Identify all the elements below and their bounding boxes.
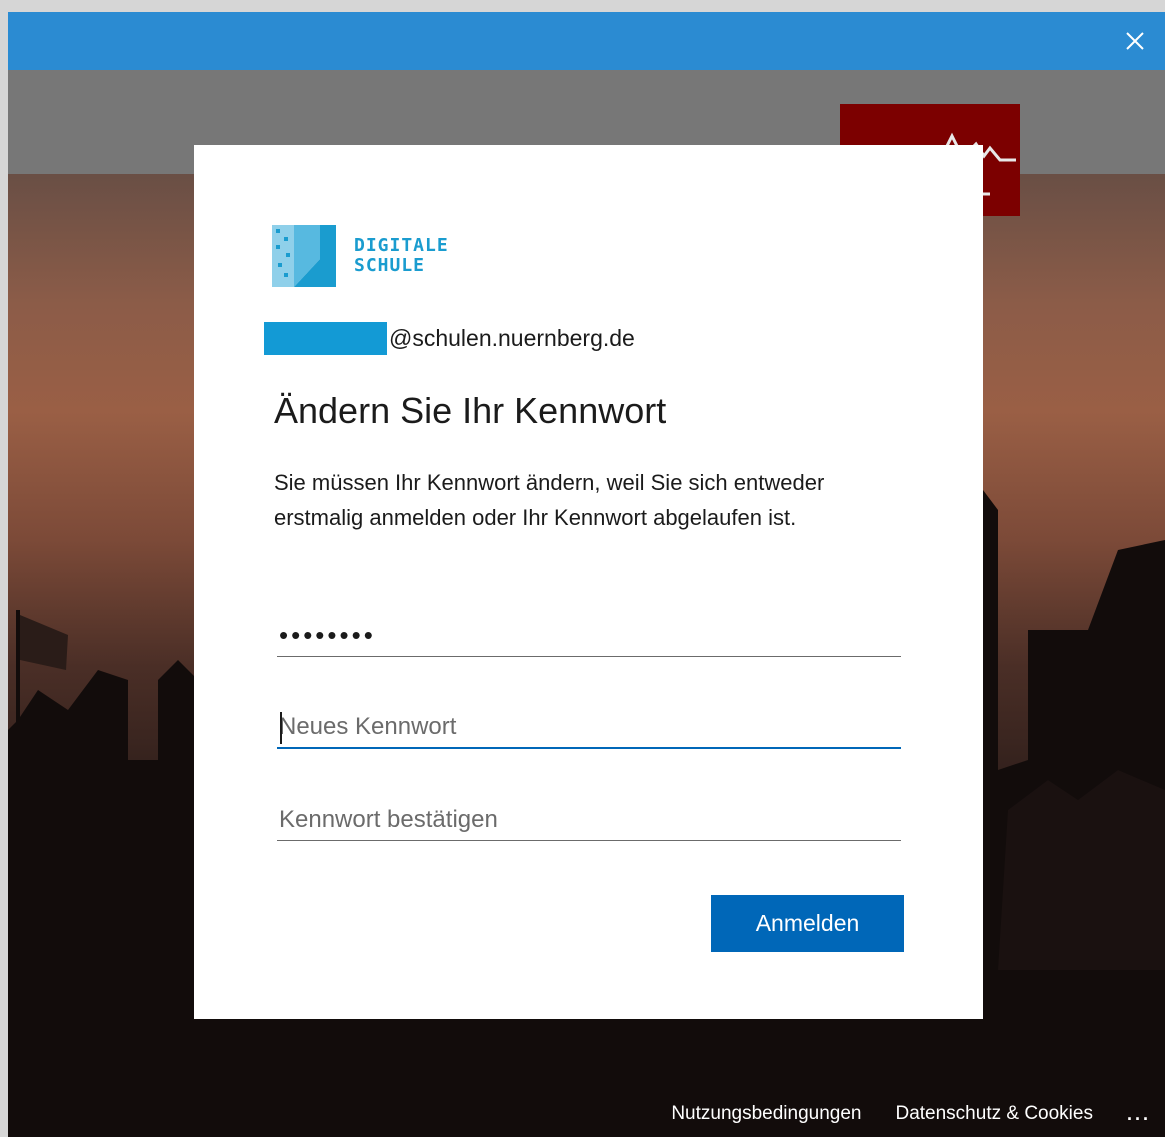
sign-in-button[interactable]: Anmelden [711, 895, 904, 952]
brand-logo: DIGITALE SCHULE [272, 223, 449, 289]
change-password-dialog: DIGITALE SCHULE @schulen.nuernberg.de Än… [194, 145, 983, 1019]
text-cursor [280, 712, 282, 744]
brand-name: DIGITALE SCHULE [354, 236, 449, 276]
redacted-username [264, 322, 387, 355]
privacy-link[interactable]: Datenschutz & Cookies [895, 1103, 1093, 1125]
close-icon [1126, 32, 1144, 50]
brand-line-2: SCHULE [354, 255, 426, 276]
title-bar [8, 12, 1165, 70]
close-button[interactable] [1119, 25, 1151, 57]
account-domain: @schulen.nuernberg.de [389, 325, 635, 351]
more-options-button[interactable]: ... [1127, 1104, 1151, 1125]
brand-line-1: DIGITALE [354, 235, 449, 256]
account-identity: @schulen.nuernberg.de [264, 322, 635, 355]
footer-links: Nutzungsbedingungen Datenschutz & Cookie… [671, 1091, 1165, 1137]
sign-in-window: Nutzungsbedingungen Datenschutz & Cookie… [8, 12, 1165, 1137]
confirm-password-field[interactable] [277, 799, 901, 841]
terms-link[interactable]: Nutzungsbedingungen [671, 1103, 861, 1125]
digitale-schule-logo-icon [272, 225, 336, 287]
new-password-field[interactable] [277, 707, 901, 749]
page-title: Ändern Sie Ihr Kennwort [274, 390, 667, 431]
instruction-text: Sie müssen Ihr Kennwort ändern, weil Sie… [274, 470, 825, 530]
current-password-field[interactable] [277, 615, 901, 657]
